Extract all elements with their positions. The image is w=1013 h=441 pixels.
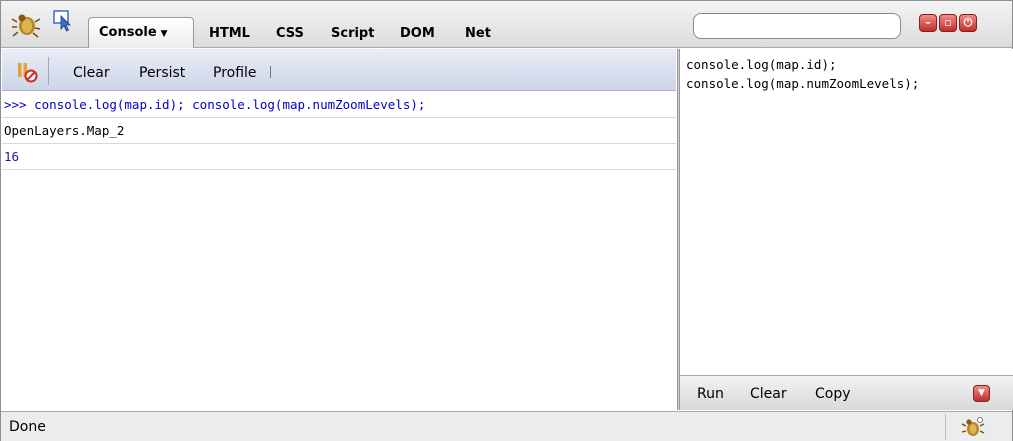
editor-line: console.log(map.id); xyxy=(686,57,837,72)
console-toolbar: Clear Persist Profile xyxy=(2,49,676,91)
persist-button[interactable]: Persist xyxy=(139,65,185,81)
detach-window-icon[interactable]: ▫ xyxy=(939,14,957,32)
collapse-editor-icon[interactable]: ▼ xyxy=(973,385,990,402)
toolbar-separator xyxy=(270,66,271,78)
inspect-icon[interactable] xyxy=(53,10,75,32)
firebug-status-icon[interactable] xyxy=(961,416,985,438)
tab-console-label: Console xyxy=(99,25,157,40)
main-toolbar: Console ▼ HTML CSS Script DOM Net – ▫ ⏻ xyxy=(1,1,1012,48)
clear-button[interactable]: Clear xyxy=(73,65,110,81)
search-input[interactable] xyxy=(693,13,901,39)
profile-button[interactable]: Profile xyxy=(213,65,257,81)
clear-editor-button[interactable]: Clear xyxy=(750,386,787,402)
log-row-number: 16 xyxy=(2,144,676,170)
editor-toolbar: Run Clear Copy ▼ xyxy=(680,375,1013,410)
status-separator xyxy=(945,414,946,440)
tab-script[interactable]: Script xyxy=(331,23,374,47)
break-on-error-icon[interactable] xyxy=(16,61,38,83)
command-editor[interactable]: console.log(map.id); console.log(map.num… xyxy=(680,49,1013,375)
copy-button[interactable]: Copy xyxy=(815,386,851,402)
firebug-window: Console ▼ HTML CSS Script DOM Net – ▫ ⏻ C… xyxy=(0,0,1013,441)
tab-dom[interactable]: DOM xyxy=(400,23,435,47)
toolbar-separator xyxy=(48,57,49,85)
console-log: >>> console.log(map.id); console.log(map… xyxy=(2,92,676,170)
editor-line: console.log(map.numZoomLevels); xyxy=(686,76,920,91)
run-button[interactable]: Run xyxy=(697,386,724,402)
tab-html[interactable]: HTML xyxy=(209,23,250,47)
minimize-icon[interactable]: – xyxy=(919,14,937,32)
status-text: Done xyxy=(9,419,46,435)
firebug-icon[interactable] xyxy=(11,10,41,38)
console-panel: Clear Persist Profile >>> console.log(ma… xyxy=(2,49,676,410)
log-row-command: >>> console.log(map.id); console.log(map… xyxy=(2,92,676,118)
tab-css[interactable]: CSS xyxy=(276,23,304,47)
log-row-output: OpenLayers.Map_2 xyxy=(2,118,676,144)
command-editor-panel: console.log(map.id); console.log(map.num… xyxy=(680,49,1013,410)
tab-net[interactable]: Net xyxy=(465,23,491,47)
tab-console[interactable]: Console ▼ xyxy=(88,17,194,48)
chevron-down-icon: ▼ xyxy=(160,29,168,39)
status-bar: Done xyxy=(1,411,1012,441)
power-close-icon[interactable]: ⏻ xyxy=(959,14,977,32)
